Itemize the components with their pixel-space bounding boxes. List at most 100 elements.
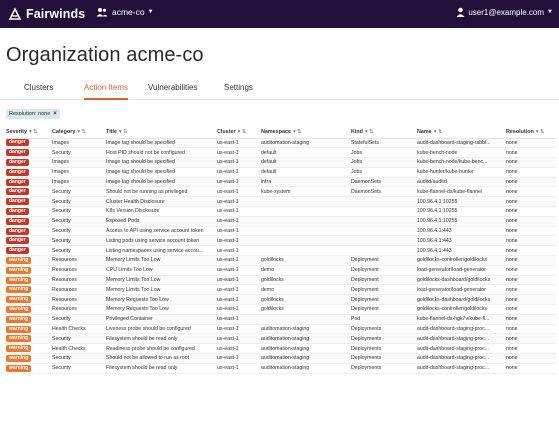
cell-namespace: infra — [259, 177, 349, 188]
table-row[interactable]: danger Security Cluster Health Disclosure u… — [4, 196, 556, 208]
table-body: danger Images Image tag should be specifie… — [4, 138, 556, 374]
sort-icon[interactable]: ▾ ⇅ — [365, 129, 374, 135]
cell-namespace: auditomation-staging — [259, 363, 349, 374]
table-row[interactable]: warning Resources CPU Limits Too Low us-eas… — [4, 265, 556, 276]
cell-resolution: none — [504, 167, 556, 178]
cell-severity: warning — [4, 255, 50, 266]
sort-icon[interactable]: ▾ ⇅ — [238, 129, 247, 135]
table-row[interactable]: warning Security Privileged Container us-ea… — [4, 314, 556, 325]
cell-category: Security — [50, 186, 104, 198]
close-icon[interactable]: × — [53, 111, 57, 117]
sort-icon[interactable]: ▾ ⇅ — [119, 129, 128, 135]
cell-category: Security — [50, 353, 104, 364]
column-header-title[interactable]: Title ▾ ⇅ — [104, 126, 215, 139]
table-row[interactable]: warning Health Checks Liveness probe shoul… — [4, 324, 556, 335]
cell-namespace — [259, 314, 349, 325]
table-row[interactable]: danger Security Access to API using servic… — [4, 226, 556, 237]
cell-severity: danger — [4, 177, 50, 188]
cell-name: auditd/auditd — [415, 177, 504, 188]
user-menu[interactable]: user1@example.com ▼ — [456, 7, 553, 17]
cell-severity: danger — [4, 196, 50, 208]
severity-badge: danger — [6, 207, 29, 215]
cell-resolution: none — [504, 206, 556, 217]
cell-namespace: auditomation-staging — [259, 333, 349, 345]
cell-resolution: none — [504, 363, 556, 374]
column-header-kind[interactable]: Kind ▾ ⇅ — [349, 126, 415, 139]
table-row[interactable]: warning Resources Memory Requests Too Low u… — [4, 304, 556, 315]
tab-action-items[interactable]: Action Items — [84, 83, 129, 100]
sort-icon[interactable]: ▾ ⇅ — [434, 129, 443, 135]
cell-cluster: us-east-1 — [215, 294, 259, 306]
cell-cluster: us-east-1 — [215, 226, 259, 237]
cell-name: audit-dashboard-staging-proc... — [415, 324, 504, 335]
cell-kind — [349, 196, 415, 208]
cell-cluster: us-east-1 — [215, 177, 259, 188]
sort-icon[interactable]: ▾ ⇅ — [77, 129, 86, 135]
table-row[interactable]: warning Resources Memory Requests Too Low u… — [4, 294, 556, 306]
table-row[interactable]: danger Security Host PID should not be con… — [4, 147, 556, 159]
cell-severity: danger — [4, 167, 50, 178]
table-row[interactable]: warning Security Should not be allowed to … — [4, 353, 556, 364]
tab-vulnerabilities[interactable]: Vulnerabilities — [148, 83, 198, 100]
sort-icon[interactable]: ▾ ⇅ — [293, 129, 302, 135]
tab-clusters[interactable]: Clusters — [24, 83, 53, 100]
cell-resolution: none — [504, 157, 556, 168]
cell-cluster: us-east-1 — [215, 196, 259, 208]
cell-category: Security — [50, 333, 104, 345]
column-header-name[interactable]: Name ▾ ⇅ — [415, 126, 504, 139]
filter-chip-resolution: Resolution: none × — [6, 109, 60, 119]
table-row[interactable]: danger Security Exposed Pods us-east-1 100.9… — [4, 216, 556, 227]
table-row[interactable]: warning Resources Memory Limits Too Low us-… — [4, 255, 556, 266]
column-header-label: Kind — [351, 128, 363, 135]
cell-resolution: none — [504, 265, 556, 276]
cell-cluster: us-east-1 — [215, 353, 259, 364]
column-header-cluster[interactable]: Cluster ▾ ⇅ — [215, 126, 259, 139]
table-row[interactable]: danger Security K8s Version Disclosure us-e… — [4, 206, 556, 217]
table-row[interactable]: warning Resources Memory Limits Too Low us-… — [4, 284, 556, 296]
filter-chip-label: Resolution: none — [9, 111, 51, 117]
column-header-resolution[interactable]: Resolution ▾ ⇅ — [504, 126, 556, 139]
table-row[interactable]: danger Security Listing pods using service… — [4, 235, 556, 247]
tab-settings[interactable]: Settings — [224, 83, 253, 100]
column-header-severity[interactable]: Severity ▾ ⇅ — [4, 126, 50, 139]
table-row[interactable]: danger Security Should not be running as p… — [4, 186, 556, 198]
sort-icon[interactable]: ▾ ⇅ — [29, 129, 38, 135]
cell-name: kube-hunter/kube-hunter — [415, 167, 504, 178]
severity-badge: danger — [6, 247, 29, 255]
table-row[interactable]: danger Images Image tag should be specifie… — [4, 177, 556, 188]
sort-icon[interactable]: ▾ ⇅ — [536, 129, 545, 135]
cell-resolution: none — [504, 186, 556, 198]
table-row[interactable]: danger Images Image tag should be specifie… — [4, 138, 556, 149]
severity-badge: warning — [6, 305, 32, 313]
brand-logo[interactable]: Fairwinds — [8, 6, 85, 22]
cell-title: Host PID should not be configured — [104, 147, 215, 159]
table-row[interactable]: warning Resources Memory Limits Too Low us-… — [4, 275, 556, 286]
column-header-namespace[interactable]: Namespace ▾ ⇅ — [259, 126, 349, 139]
cell-cluster: us-east-1 — [215, 138, 259, 149]
table-row[interactable]: warning Security Filesystem should be read… — [4, 363, 556, 374]
column-header-category[interactable]: Category ▾ ⇅ — [50, 126, 104, 139]
cell-cluster: us-east-1 — [215, 314, 259, 325]
cell-title: Privileged Container — [104, 314, 215, 325]
cell-namespace: auditomation-staging — [259, 343, 349, 355]
cell-title: Image tag should be specified — [104, 138, 215, 149]
cell-name: 100.96.4.1:443 — [415, 235, 504, 247]
table-row[interactable]: warning Health Checks Readiness probe shou… — [4, 343, 556, 355]
brand-name: Fairwinds — [26, 7, 86, 21]
table-row[interactable]: danger Security Listing namespaces using s… — [4, 245, 556, 257]
cell-title: Memory Requests Too Low — [104, 294, 215, 306]
table-row[interactable]: warning Security Filesystem should be read… — [4, 333, 556, 345]
cell-severity: danger — [4, 216, 50, 227]
cell-namespace: goldilocks — [259, 275, 349, 286]
table-row[interactable]: danger Images Image tag should be specifie… — [4, 157, 556, 168]
table-row[interactable]: danger Images Image tag should be specifie… — [4, 167, 556, 178]
cell-namespace: auditomation-staging — [259, 324, 349, 335]
cell-title: Liveness probe should be configured — [104, 324, 215, 335]
cell-kind: Pod — [349, 314, 415, 325]
cell-kind: Jobs — [349, 147, 415, 159]
severity-badge: warning — [6, 345, 32, 353]
user-email: user1@example.com — [468, 7, 545, 17]
cell-name: goldilocks-controller/goldilocks — [415, 304, 504, 315]
cell-cluster: us-east-1 — [215, 235, 259, 247]
org-switcher[interactable]: acme-co ▼ — [96, 7, 154, 17]
